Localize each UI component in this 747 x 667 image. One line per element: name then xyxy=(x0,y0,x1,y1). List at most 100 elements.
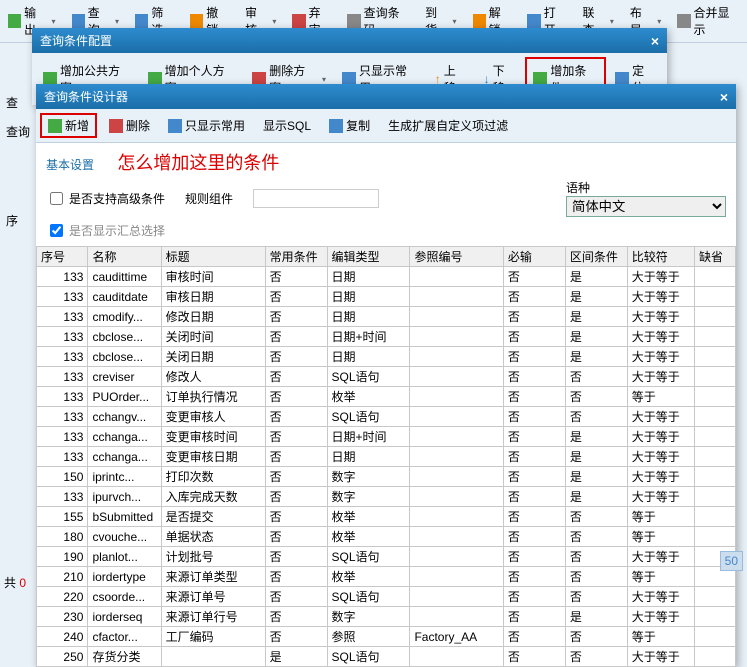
cell-must[interactable]: 否 xyxy=(503,287,565,307)
cell-name[interactable]: bSubmitted xyxy=(88,507,161,527)
cell-title[interactable]: 审核时间 xyxy=(161,267,265,287)
cell-title[interactable]: 关闭日期 xyxy=(161,347,265,367)
cell-must[interactable]: 否 xyxy=(503,347,565,367)
cell-edit[interactable]: SQL语句 xyxy=(327,367,410,387)
cell-seq[interactable]: 220 xyxy=(37,587,88,607)
cell-cmp[interactable]: 大于等于 xyxy=(627,427,694,447)
table-row[interactable]: 150iprintc...打印次数否数字否是大于等于 xyxy=(37,467,736,487)
cell-def[interactable] xyxy=(694,607,735,627)
cell-range[interactable]: 否 xyxy=(565,647,627,667)
cell-common[interactable]: 否 xyxy=(265,427,327,447)
cell-ref[interactable] xyxy=(410,307,503,327)
cell-edit[interactable]: 枚举 xyxy=(327,507,410,527)
cell-must[interactable]: 否 xyxy=(503,407,565,427)
cell-title[interactable]: 修改人 xyxy=(161,367,265,387)
cell-cmp[interactable]: 等于 xyxy=(627,627,694,647)
cell-title[interactable]: 单据状态 xyxy=(161,527,265,547)
cell-cmp[interactable]: 大于等于 xyxy=(627,647,694,667)
cell-edit[interactable]: SQL语句 xyxy=(327,407,410,427)
cell-ref[interactable] xyxy=(410,267,503,287)
table-row[interactable]: 133ipurvch...入库完成天数否数字否是大于等于 xyxy=(37,487,736,507)
table-row[interactable]: 240cfactor...工厂编码否参照Factory_AA否否等于 xyxy=(37,627,736,647)
cell-def[interactable] xyxy=(694,427,735,447)
cell-common[interactable]: 否 xyxy=(265,467,327,487)
cell-range[interactable]: 否 xyxy=(565,367,627,387)
cell-title[interactable]: 工厂编码 xyxy=(161,627,265,647)
chk-advanced[interactable]: 是否支持高级条件 xyxy=(46,189,165,208)
cell-name[interactable]: cbclose... xyxy=(88,327,161,347)
cell-common[interactable]: 否 xyxy=(265,487,327,507)
chk-sum-box[interactable] xyxy=(50,224,63,237)
cell-common[interactable]: 否 xyxy=(265,327,327,347)
cell-ref[interactable] xyxy=(410,287,503,307)
col-seq[interactable]: 序号 xyxy=(37,247,88,267)
cell-range[interactable]: 否 xyxy=(565,587,627,607)
cell-def[interactable] xyxy=(694,387,735,407)
cell-name[interactable]: cchanga... xyxy=(88,427,161,447)
cell-def[interactable] xyxy=(694,367,735,387)
cell-edit[interactable]: 枚举 xyxy=(327,527,410,547)
col-edit[interactable]: 编辑类型 xyxy=(327,247,410,267)
cell-edit[interactable]: 日期+时间 xyxy=(327,327,410,347)
cell-common[interactable]: 否 xyxy=(265,627,327,647)
cell-common[interactable]: 否 xyxy=(265,567,327,587)
table-row[interactable]: 133cmodify...修改日期否日期否是大于等于 xyxy=(37,307,736,327)
col-must[interactable]: 必输 xyxy=(503,247,565,267)
table-row[interactable]: 190planlot...计划批号否SQL语句否否大于等于 xyxy=(37,547,736,567)
cell-name[interactable]: csoorde... xyxy=(88,587,161,607)
cell-common[interactable]: 否 xyxy=(265,287,327,307)
btn-copy[interactable]: 复制 xyxy=(323,115,376,136)
cell-common[interactable]: 否 xyxy=(265,367,327,387)
table-row[interactable]: 133cbclose...关闭日期否日期否是大于等于 xyxy=(37,347,736,367)
dlg2-close-icon[interactable]: × xyxy=(720,89,728,105)
table-row[interactable]: 133cbclose...关闭时间否日期+时间否是大于等于 xyxy=(37,327,736,347)
cell-seq[interactable]: 133 xyxy=(37,367,88,387)
cell-seq[interactable]: 150 xyxy=(37,467,88,487)
cell-range[interactable]: 是 xyxy=(565,487,627,507)
cell-must[interactable]: 否 xyxy=(503,447,565,467)
cell-common[interactable]: 否 xyxy=(265,547,327,567)
cell-seq[interactable]: 155 xyxy=(37,507,88,527)
cell-edit[interactable]: 日期 xyxy=(327,447,410,467)
cell-def[interactable] xyxy=(694,347,735,367)
cell-def[interactable] xyxy=(694,587,735,607)
cell-ref[interactable] xyxy=(410,587,503,607)
cell-seq[interactable]: 133 xyxy=(37,407,88,427)
rule-input[interactable] xyxy=(253,189,379,208)
cell-must[interactable]: 否 xyxy=(503,607,565,627)
cell-must[interactable]: 否 xyxy=(503,507,565,527)
cell-name[interactable]: cchanga... xyxy=(88,447,161,467)
cell-name[interactable]: cchangv... xyxy=(88,407,161,427)
cell-common[interactable]: 是 xyxy=(265,647,327,667)
cell-must[interactable]: 否 xyxy=(503,467,565,487)
cell-seq[interactable]: 180 xyxy=(37,527,88,547)
btn-delete[interactable]: 删除 xyxy=(103,115,156,136)
cell-title[interactable]: 打印次数 xyxy=(161,467,265,487)
cell-seq[interactable]: 250 xyxy=(37,647,88,667)
cell-cmp[interactable]: 等于 xyxy=(627,387,694,407)
cell-cmp[interactable]: 大于等于 xyxy=(627,287,694,307)
cell-title[interactable]: 计划批号 xyxy=(161,547,265,567)
lang-select[interactable]: 简体中文 xyxy=(566,196,726,217)
cell-cmp[interactable]: 大于等于 xyxy=(627,467,694,487)
cell-def[interactable] xyxy=(694,647,735,667)
cell-edit[interactable]: 数字 xyxy=(327,607,410,627)
table-row[interactable]: 133cchangv...变更审核人否SQL语句否否大于等于 xyxy=(37,407,736,427)
cell-ref[interactable] xyxy=(410,567,503,587)
cell-seq[interactable]: 133 xyxy=(37,447,88,467)
cell-title[interactable] xyxy=(161,647,265,667)
cell-common[interactable]: 否 xyxy=(265,527,327,547)
cell-seq[interactable]: 133 xyxy=(37,287,88,307)
cell-ref[interactable] xyxy=(410,387,503,407)
cell-title[interactable]: 审核日期 xyxy=(161,287,265,307)
cell-name[interactable]: cauditdate xyxy=(88,287,161,307)
cell-seq[interactable]: 240 xyxy=(37,627,88,647)
cell-edit[interactable]: 日期 xyxy=(327,267,410,287)
cell-def[interactable] xyxy=(694,467,735,487)
cell-title[interactable]: 来源订单类型 xyxy=(161,567,265,587)
cell-must[interactable]: 否 xyxy=(503,367,565,387)
cell-seq[interactable]: 133 xyxy=(37,267,88,287)
table-row[interactable]: 133cchanga...变更审核时间否日期+时间否是大于等于 xyxy=(37,427,736,447)
cell-common[interactable]: 否 xyxy=(265,587,327,607)
cell-must[interactable]: 否 xyxy=(503,567,565,587)
